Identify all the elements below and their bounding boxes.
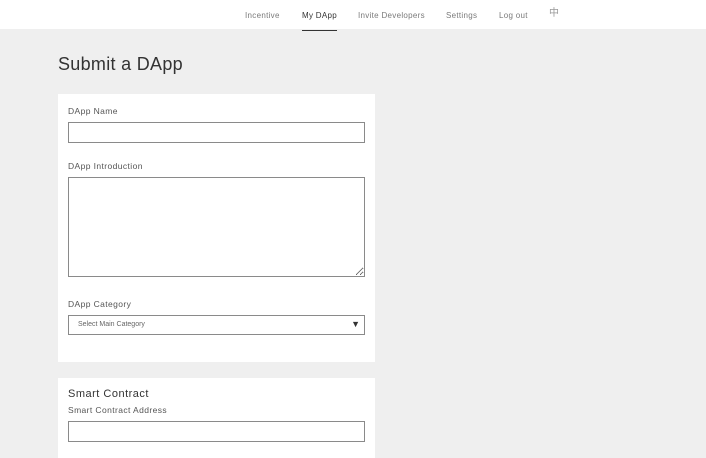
dapp-category-selected-value: Select Main Category [78, 321, 145, 328]
dapp-category-select[interactable]: Select Main Category ▼ [68, 315, 365, 335]
smart-contract-address-label: Smart Contract Address [68, 405, 168, 415]
nav-item-settings[interactable]: Settings [446, 11, 477, 20]
smart-contract-section-title: Smart Contract [68, 388, 149, 400]
nav-item-incentive[interactable]: Incentive [245, 11, 280, 20]
dapp-name-label: DApp Name [68, 106, 118, 116]
language-switch-icon[interactable]: 中 [549, 9, 559, 19]
nav-item-log-out[interactable]: Log out [499, 11, 528, 20]
dapp-name-input[interactable] [68, 122, 365, 143]
dapp-basic-info-card: DApp Name DApp Introduction DApp Categor… [58, 94, 375, 362]
dapp-category-label: DApp Category [68, 299, 132, 309]
top-navigation: Incentive My DApp Invite Developers Sett… [0, 0, 706, 31]
smart-contract-card: Smart Contract Smart Contract Address [58, 378, 375, 458]
nav-item-my-dapp[interactable]: My DApp [302, 11, 337, 31]
smart-contract-address-input[interactable] [68, 421, 365, 442]
page-title: Submit a DApp [58, 54, 183, 74]
chevron-down-icon: ▼ [351, 319, 360, 329]
dapp-introduction-textarea[interactable] [68, 177, 365, 277]
dapp-introduction-label: DApp Introduction [68, 161, 143, 171]
nav-item-invite-developers[interactable]: Invite Developers [358, 11, 425, 20]
